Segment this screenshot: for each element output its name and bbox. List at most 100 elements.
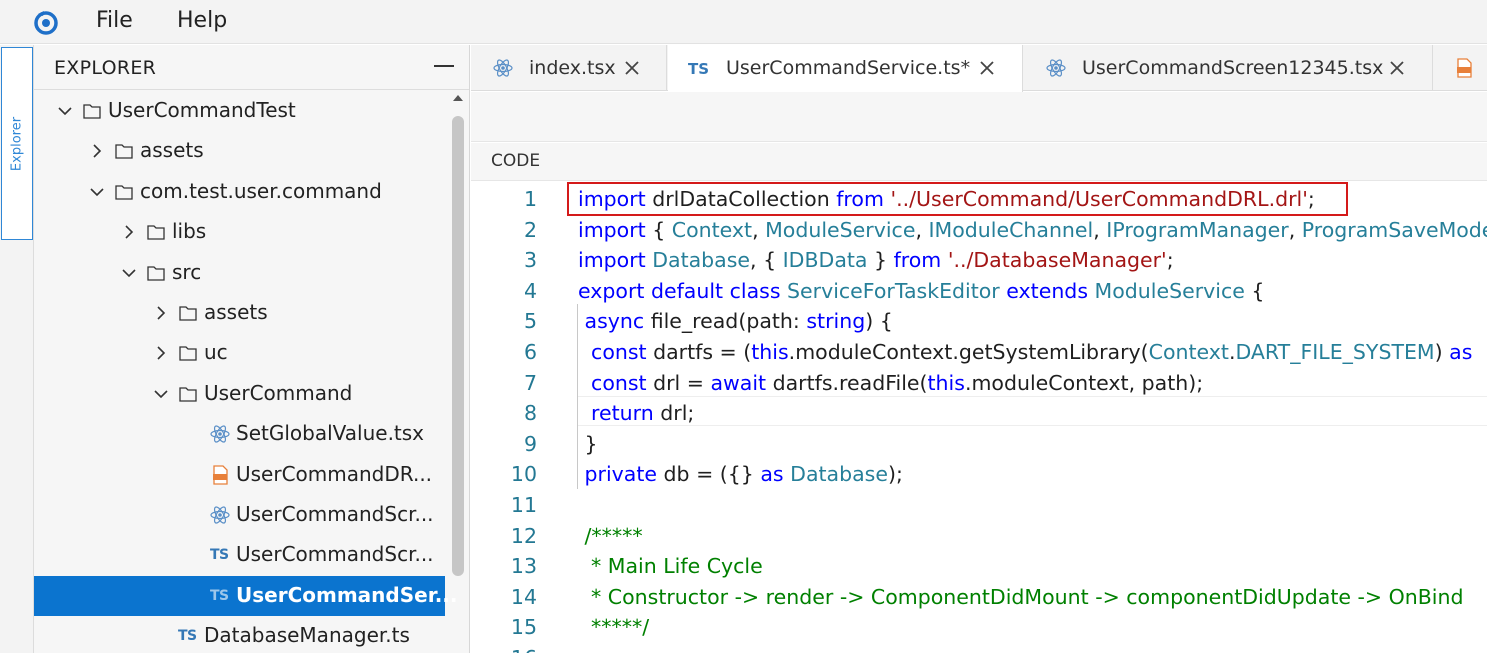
tree-item[interactable]: src <box>34 253 445 293</box>
ts-icon: TS <box>178 628 197 645</box>
chevron-down-icon[interactable] <box>152 385 170 403</box>
code-token: private <box>584 462 658 487</box>
code-token: string <box>806 309 866 334</box>
code-line[interactable]: return drl; <box>578 398 694 428</box>
chevron-down-icon[interactable] <box>120 264 138 282</box>
scroll-thumb[interactable] <box>452 116 464 576</box>
code-token: , { <box>750 248 783 273</box>
scroll-up-arrow-icon[interactable] <box>453 95 463 101</box>
menu-help[interactable]: Help <box>171 5 233 37</box>
code-token: drl; <box>653 401 695 426</box>
tree-item[interactable]: uc <box>34 333 445 373</box>
tab-drl-file[interactable] <box>1434 45 1487 91</box>
code-token: , <box>752 217 766 242</box>
code-token: * Main Life Cycle <box>578 554 763 579</box>
chevron-right-icon[interactable] <box>152 344 170 362</box>
code-token: , <box>1288 217 1302 242</box>
folder-icon <box>178 303 198 323</box>
folder-icon <box>178 384 198 404</box>
line-number: 11 <box>510 493 537 517</box>
chevron-right-icon[interactable] <box>152 304 170 322</box>
tree-item[interactable]: assets <box>34 293 445 333</box>
code-token: drl = <box>646 370 711 395</box>
tab-index-tsx[interactable]: index.tsx <box>471 45 667 91</box>
code-line[interactable]: * Main Life Cycle <box>578 551 763 581</box>
code-token: ) <box>1434 340 1450 364</box>
code-line[interactable]: import Database, { IDBData } from '../Da… <box>578 245 1174 275</box>
editor-toolbar-area <box>471 92 1487 142</box>
react-icon <box>493 59 513 77</box>
line-number: 8 <box>523 401 537 426</box>
explorer-panel: EXPLORER UserCommandTest assets com.test.u… <box>34 45 470 653</box>
code-token: import <box>578 217 646 242</box>
tree-item[interactable]: UserCommandDR... <box>34 455 445 495</box>
code-token: db = ({} <box>657 462 761 487</box>
code-line[interactable]: /***** <box>578 521 643 551</box>
code-line[interactable]: const dartfs = (this.moduleContext.getSy… <box>578 337 1472 367</box>
code-line[interactable]: export default class ServiceForTaskEdito… <box>578 276 1264 306</box>
annotation-highlight-box <box>567 182 1348 216</box>
line-number: 9 <box>523 431 537 456</box>
tree-item[interactable]: UserCommandScr... <box>34 495 445 535</box>
code-line[interactable]: } <box>578 429 598 459</box>
chevron-down-icon[interactable] <box>88 183 106 201</box>
chevron-down-icon[interactable] <box>56 102 74 120</box>
folder-icon <box>114 141 134 161</box>
code-line[interactable]: * Constructor -> render -> ComponentDidM… <box>578 582 1463 612</box>
tree-item[interactable]: assets <box>34 131 445 171</box>
code-editor[interactable]: 12345678910111213141516import drlDataCol… <box>471 182 1487 653</box>
tab-label: index.tsx <box>529 57 616 79</box>
tree-item[interactable]: UserCommand <box>34 374 445 414</box>
tree-item[interactable]: TS UserCommandSer... <box>34 575 458 616</box>
tree-item[interactable]: SetGlobalValue.tsx <box>34 414 445 454</box>
activity-bar: Explorer <box>0 45 34 653</box>
tree-item[interactable]: UserCommandTest <box>34 91 445 131</box>
code-token: } <box>867 248 894 273</box>
line-number: 3 <box>523 248 537 273</box>
tab-usercommandscreen-tsx[interactable]: UserCommandScreen12345.tsx <box>1024 45 1433 91</box>
code-token: { <box>1244 278 1265 303</box>
tab-usercommandservice-ts[interactable]: TS UserCommandService.ts* <box>668 45 1023 92</box>
activity-tab-explorer-label: Explorer <box>9 116 25 171</box>
tree-item-label: UserCommandScr... <box>236 542 434 567</box>
code-line[interactable]: private db = ({} as Database); <box>578 459 903 489</box>
folder-icon <box>178 343 198 363</box>
tree-item[interactable]: libs <box>34 212 445 252</box>
explorer-scrollbar[interactable] <box>446 91 469 653</box>
tree-item-label: SetGlobalValue.tsx <box>236 421 425 446</box>
chevron-right-icon[interactable] <box>120 223 138 241</box>
menu-file[interactable]: File <box>90 5 139 37</box>
close-icon[interactable] <box>623 59 641 77</box>
code-token: *****/ <box>578 615 650 640</box>
folder-icon <box>146 263 166 283</box>
folder-icon <box>146 222 166 242</box>
tree-item-label: assets <box>140 138 204 163</box>
line-number: 1 <box>523 187 537 211</box>
code-token: IProgramManager <box>1106 217 1289 242</box>
code-token: default <box>650 278 724 303</box>
code-token: export <box>578 278 645 303</box>
code-token: ); <box>887 462 903 487</box>
app-logo-icon[interactable] <box>30 6 62 38</box>
tree-item[interactable]: TS UserCommandScr... <box>34 535 445 575</box>
close-icon[interactable] <box>1388 59 1406 77</box>
tree-item-label: UserCommandTest <box>108 98 296 122</box>
code-line[interactable]: const drl = await dartfs.readFile(this.m… <box>578 368 1203 398</box>
code-line[interactable]: import { Context, ModuleService, IModule… <box>578 215 1487 245</box>
code-token: Context <box>1148 340 1229 364</box>
code-token: file_read(path: <box>644 309 807 334</box>
line-number: 4 <box>523 278 537 303</box>
line-number: 12 <box>510 523 537 548</box>
code-line[interactable]: *****/ <box>578 612 649 642</box>
tree-item-label: UserCommandSer... <box>236 582 458 607</box>
activity-tab-explorer[interactable]: Explorer <box>1 47 33 240</box>
tree-item[interactable]: com.test.user.command <box>34 172 445 212</box>
close-icon[interactable] <box>978 59 996 77</box>
collapse-all-button[interactable] <box>434 65 454 67</box>
line-number: 16 <box>471 643 537 653</box>
code-line[interactable]: async file_read(path: string) { <box>578 306 893 336</box>
tree-item[interactable]: TS DatabaseManager.ts <box>34 616 445 653</box>
chevron-right-icon[interactable] <box>88 142 106 160</box>
